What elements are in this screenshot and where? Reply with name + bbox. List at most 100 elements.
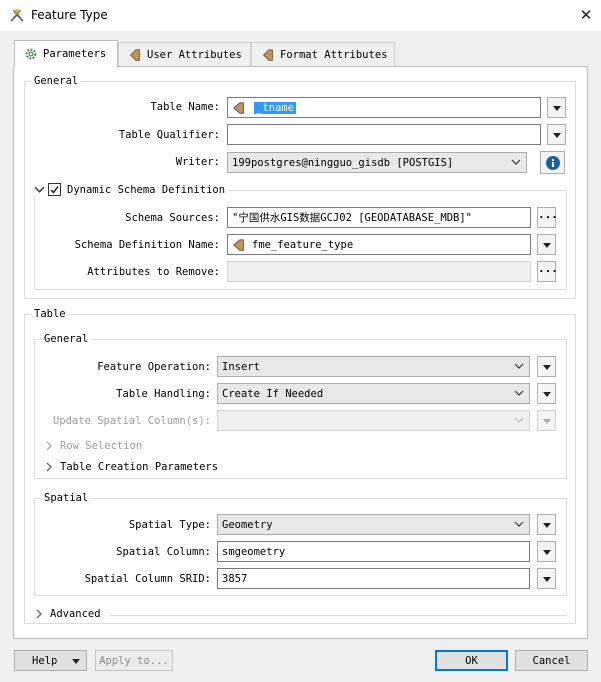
feature-operation-dropdown-button[interactable] — [537, 356, 556, 377]
spatial-column-dropdown-button[interactable] — [537, 541, 556, 562]
attributes-to-remove-label: Attributes to Remove: — [87, 266, 220, 278]
writer-select[interactable]: 199postgres@ningguo_gisdb [POSTGIS] — [227, 152, 527, 173]
table-qualifier-input[interactable] — [227, 124, 541, 145]
advanced-expander[interactable]: Advanced — [34, 608, 105, 620]
tab-label: Format Attributes — [280, 48, 388, 61]
window-title: Feature Type — [31, 8, 108, 22]
table-creation-expander[interactable]: Table Creation Parameters — [44, 461, 218, 473]
srid-dropdown-button[interactable] — [537, 568, 556, 589]
attributes-to-remove-browse-button[interactable]: ... — [537, 261, 558, 282]
group-title: Table — [31, 308, 69, 320]
chevron-down-icon — [72, 659, 80, 664]
attribute-icon — [233, 101, 244, 114]
apply-to-label: Apply to... — [99, 654, 169, 667]
spatial-column-input[interactable]: smgeometry — [217, 541, 530, 562]
chevron-down-icon — [552, 132, 561, 138]
spatial-column-label: Spatial Column: — [116, 546, 211, 558]
srid-label: Spatial Column SRID: — [84, 573, 211, 585]
checkmark-icon — [50, 186, 59, 194]
update-spatial-select[interactable] — [217, 410, 530, 431]
chevron-down-icon — [552, 105, 561, 111]
srid-value: 3857 — [222, 572, 248, 585]
help-label: Help — [32, 654, 58, 667]
table-handling-value: Create If Needed — [222, 387, 324, 400]
table-handling-label: Table Handling: — [116, 388, 211, 400]
advanced-label: Advanced — [50, 608, 101, 620]
feature-operation-label: Feature Operation: — [97, 361, 211, 373]
feature-operation-select[interactable]: Insert — [217, 356, 530, 377]
schema-sources-input[interactable]: "宁国供水GIS数据GCJ02 [GEODATABASE_MDB]" — [227, 207, 531, 228]
writer-label: Writer: — [175, 156, 220, 168]
table-qualifier-dropdown-button[interactable] — [547, 124, 566, 145]
chevron-down-icon — [542, 418, 551, 424]
chevron-down-icon — [542, 576, 551, 582]
tab-user-attributes[interactable]: User Attributes — [118, 42, 251, 66]
chevron-down-icon — [542, 549, 551, 555]
chevron-down-icon — [542, 522, 551, 528]
spatial-type-dropdown-button[interactable] — [537, 514, 556, 535]
tab-format-attributes[interactable]: Format Attributes — [251, 42, 395, 66]
chevron-right-icon — [46, 441, 52, 451]
group-title: Spatial — [41, 492, 92, 504]
table-creation-label: Table Creation Parameters — [60, 461, 219, 473]
tab-parameters[interactable]: Parameters — [14, 40, 118, 67]
chevron-down-icon[interactable] — [34, 184, 45, 195]
fme-app-icon — [10, 9, 24, 22]
schema-definition-name-value: fme_feature_type — [252, 238, 354, 251]
group-title: General — [31, 75, 82, 87]
update-spatial-label: Update Spatial Column(s): — [52, 415, 211, 427]
gear-icon — [25, 48, 37, 60]
dynamic-schema-header: Dynamic Schema Definition — [34, 183, 229, 196]
dynamic-schema-checkbox[interactable] — [48, 183, 61, 196]
tab-label: User Attributes — [147, 48, 242, 61]
help-button[interactable]: Help — [14, 650, 87, 671]
spatial-type-value: Geometry — [222, 518, 273, 531]
srid-input[interactable]: 3857 — [217, 568, 530, 589]
chevron-down-icon — [542, 364, 551, 370]
schema-definition-dropdown-button[interactable] — [537, 234, 556, 255]
chevron-down-icon — [542, 391, 551, 397]
spatial-type-select[interactable]: Geometry — [217, 514, 530, 535]
chevron-right-icon — [46, 462, 52, 472]
schema-definition-name-input[interactable]: fme_feature_type — [227, 234, 531, 255]
info-icon — [545, 155, 560, 170]
chevron-down-icon — [514, 521, 524, 527]
attribute-icon — [130, 48, 140, 61]
table-qualifier-label: Table Qualifier: — [118, 129, 220, 141]
schema-definition-name-label: Schema Definition Name: — [74, 239, 220, 251]
schema-sources-label: Schema Sources: — [125, 212, 220, 224]
row-selection-label: Row Selection — [60, 440, 143, 452]
table-name-label: Table Name: — [150, 101, 220, 113]
spatial-type-label: Spatial Type: — [128, 519, 211, 531]
ok-button[interactable]: OK — [435, 650, 508, 671]
schema-sources-browse-button[interactable]: ... — [537, 207, 558, 228]
spatial-column-value: smgeometry — [222, 545, 286, 558]
chevron-down-icon — [542, 242, 551, 248]
writer-info-button[interactable] — [540, 151, 565, 174]
cancel-button[interactable]: Cancel — [515, 650, 588, 671]
table-name-dropdown-button[interactable] — [547, 97, 566, 118]
ok-label: OK — [465, 654, 478, 667]
update-spatial-dropdown-button[interactable] — [537, 410, 556, 431]
schema-sources-value: "宁国供水GIS数据GCJ02 [GEODATABASE_MDB]" — [232, 212, 473, 224]
apply-to-button[interactable]: Apply to... — [95, 650, 173, 671]
chevron-right-icon — [36, 609, 42, 619]
close-icon[interactable]: ✕ — [576, 5, 596, 25]
table-name-value: _tname — [254, 101, 296, 114]
chevron-down-icon — [514, 417, 524, 423]
table-name-input[interactable]: _tname — [227, 97, 541, 118]
attribute-icon — [233, 238, 244, 251]
attribute-icon — [263, 48, 273, 61]
group-title: General — [41, 333, 92, 345]
chevron-down-icon — [511, 159, 521, 165]
chevron-down-icon — [514, 363, 524, 369]
attributes-to-remove-input[interactable] — [227, 261, 531, 282]
table-handling-dropdown-button[interactable] — [537, 383, 556, 404]
chevron-down-icon — [514, 390, 524, 396]
tab-label: Parameters — [43, 48, 107, 60]
table-handling-select[interactable]: Create If Needed — [217, 383, 530, 404]
advanced-divider — [110, 615, 567, 616]
row-selection-expander[interactable]: Row Selection — [44, 440, 142, 452]
dynamic-schema-label: Dynamic Schema Definition — [67, 183, 226, 196]
writer-value: 199postgres@ningguo_gisdb [POSTGIS] — [232, 156, 454, 169]
